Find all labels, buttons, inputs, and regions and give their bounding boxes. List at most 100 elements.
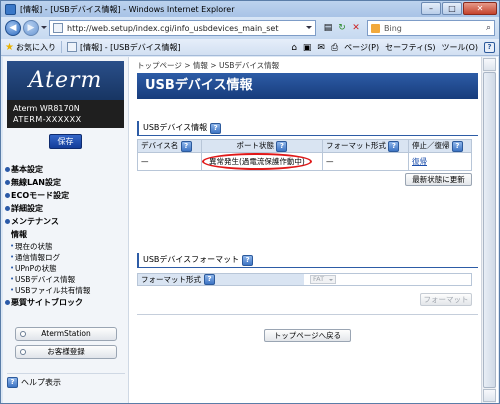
compatibility-icon[interactable]: ▤ — [321, 21, 335, 35]
col-port-status: ポート状態 ? — [201, 139, 323, 153]
resume-link[interactable]: 復帰 — [412, 157, 427, 166]
favorites-bar: ★ お気に入り [情報] - [USBデバイス情報] ⌂ ▣ ✉ ⎙ ページ(P… — [1, 39, 499, 56]
mail-icon[interactable]: ✉ — [317, 43, 325, 53]
safety-menu[interactable]: セーフティ(S) — [385, 42, 435, 53]
usb-device-table: デバイス名 ? ポート状態 ? フォーマット形式 ? 停止／復帰 ? — 異常発… — [137, 139, 472, 171]
cell-format: — — [322, 152, 409, 171]
address-field[interactable]: http://web.setup/index.cgi/info_usbdevic… — [49, 20, 316, 36]
table-row: — 異常発生(過電流保護作動中) — 復帰 — [137, 152, 472, 171]
home-icon[interactable]: ⌂ — [291, 43, 297, 53]
vertical-scrollbar[interactable] — [481, 57, 496, 403]
help-icon[interactable]: ? — [451, 141, 463, 152]
minimize-button[interactable]: – — [421, 2, 441, 15]
browser-window: [情報] - [USBデバイス情報] - Windows Internet Ex… — [0, 0, 500, 404]
help-icon[interactable]: ? — [388, 141, 400, 152]
register-button[interactable]: お客様登録 — [15, 345, 117, 359]
menu-wireless-lan[interactable]: 無線LAN設定 — [5, 176, 127, 189]
menu-maintenance[interactable]: メンテナンス — [5, 215, 127, 228]
forward-button[interactable]: ▶ — [23, 20, 39, 36]
col-format: フォーマット形式 ? — [322, 139, 409, 153]
back-button[interactable]: ◀ — [5, 20, 21, 36]
scroll-thumb[interactable] — [483, 72, 496, 388]
print-icon[interactable]: ⎙ — [331, 43, 338, 53]
search-icon[interactable]: ⌕ — [486, 23, 491, 33]
address-url[interactable]: http://web.setup/index.cgi/info_usbdevic… — [67, 24, 278, 33]
help-label: ヘルプ表示 — [21, 378, 61, 387]
bing-icon — [371, 23, 380, 33]
menu-info[interactable]: 情報 — [5, 228, 127, 241]
menu-malicious-site-block[interactable]: 悪質サイトブロック — [5, 296, 127, 309]
aterm-logo: Aterm — [7, 61, 124, 100]
back-to-top-button[interactable]: トップページへ戻る — [264, 329, 351, 342]
submenu-usb-share[interactable]: USBファイル共有情報 — [5, 285, 127, 296]
close-button[interactable]: ✕ — [463, 2, 497, 15]
submenu-upnp[interactable]: UPnPの状態 — [5, 263, 127, 274]
page-menu[interactable]: ページ(P) — [344, 42, 379, 53]
refresh-icon[interactable]: ↻ — [335, 21, 349, 35]
stop-icon[interactable]: ✕ — [349, 21, 363, 35]
scroll-up-button[interactable] — [483, 58, 496, 71]
page-icon — [53, 23, 63, 33]
bullet-icon — [20, 349, 26, 355]
menu-advanced[interactable]: 詳細設定 — [5, 202, 127, 215]
col-label: デバイス名 — [141, 141, 179, 150]
bullet-icon — [20, 331, 26, 337]
history-dropdown-icon[interactable] — [41, 26, 47, 29]
address-dropdown-icon[interactable] — [306, 26, 312, 29]
format-button[interactable]: フォーマット — [420, 293, 472, 306]
help-icon[interactable]: ? — [204, 274, 215, 285]
search-engine-label: Bing — [384, 23, 402, 33]
maximize-button[interactable]: □ — [442, 2, 462, 15]
cell-action: 復帰 — [408, 152, 472, 171]
help-icon[interactable]: ? — [484, 42, 495, 53]
help-icon[interactable]: ? — [242, 254, 254, 266]
main-panel: トップページ > 情報 > USBデバイス情報 USBデバイス情報 USBデバイ… — [137, 57, 478, 403]
device-info: Aterm WR8170N ATERM-XXXXXX — [7, 100, 124, 128]
section-usb-format-title: USBデバイスフォーマット ? — [137, 253, 254, 267]
star-icon[interactable]: ★ — [5, 42, 14, 53]
tools-menu[interactable]: ツール(O) — [441, 42, 478, 53]
page-title: USBデバイス情報 — [137, 73, 478, 99]
refresh-status-button[interactable]: 最新状態に更新 — [405, 173, 472, 186]
submenu-current-status[interactable]: 現在の状態 — [5, 241, 127, 252]
favorites-button[interactable]: お気に入り — [16, 42, 56, 53]
help-icon[interactable]: ? — [210, 122, 222, 134]
ie-icon — [5, 3, 16, 15]
col-label: ポート状態 — [236, 141, 275, 150]
format-select[interactable]: FAT — [310, 275, 336, 284]
help-icon[interactable]: ? — [276, 141, 288, 152]
submenu-comm-log[interactable]: 通信情報ログ — [5, 252, 127, 263]
section-usb-info-label: USBデバイス情報 — [143, 123, 208, 132]
search-input[interactable]: Bing ⌕ — [367, 20, 495, 36]
format-label-cell: フォーマット形式 ? — [138, 274, 304, 285]
save-button[interactable]: 保存 — [49, 134, 82, 149]
menu-eco-mode[interactable]: ECOモード設定 — [5, 189, 127, 202]
cell-port-status: 異常発生(過電流保護作動中) — [201, 152, 323, 171]
command-bar: ⌂ ▣ ✉ ⎙ ページ(P) セーフティ(S) ツール(O) ? — [291, 39, 495, 56]
help-link[interactable]: ? ヘルプ表示 — [7, 373, 125, 389]
breadcrumb: トップページ > 情報 > USBデバイス情報 — [137, 61, 280, 70]
table-header-row: デバイス名 ? ポート状態 ? フォーマット形式 ? 停止／復帰 ? — [137, 139, 472, 153]
col-stop-resume: 停止／復帰 ? — [408, 139, 472, 153]
window-controls: – □ ✕ — [421, 2, 497, 15]
tab-current[interactable]: [情報] - [USBデバイス情報] — [66, 42, 181, 53]
scroll-down-button[interactable] — [483, 389, 496, 402]
tab-title: [情報] - [USBデバイス情報] — [79, 42, 181, 52]
submenu-usb-device[interactable]: USBデバイス情報 — [5, 274, 127, 285]
title-bar: [情報] - [USBデバイス情報] - Windows Internet Ex… — [1, 1, 499, 17]
help-icon[interactable]: ? — [180, 141, 192, 152]
format-row: フォーマット形式 ? FAT — [137, 273, 472, 286]
col-label: フォーマット形式 — [326, 141, 386, 150]
format-value-cell: FAT — [304, 274, 471, 285]
address-row: ◀ ▶ http://web.setup/index.cgi/info_usbd… — [1, 17, 499, 39]
atermstation-button[interactable]: AtermStation — [15, 327, 117, 341]
port-status-text: 異常発生(過電流保護作動中) — [202, 153, 312, 170]
atermstation-label: AtermStation — [41, 329, 91, 338]
window-title: [情報] - [USBデバイス情報] - Windows Internet Ex… — [20, 4, 235, 14]
section-usb-format-label: USBデバイスフォーマット — [143, 255, 240, 264]
page-content: Aterm Aterm WR8170N ATERM-XXXXXX 保存 基本設定… — [3, 57, 498, 403]
feeds-icon[interactable]: ▣ — [303, 43, 312, 53]
menu-basic-settings[interactable]: 基本設定 — [5, 163, 127, 176]
side-menu: 基本設定 無線LAN設定 ECOモード設定 詳細設定 メンテナンス 情報 現在の… — [5, 163, 127, 309]
divider — [137, 314, 478, 315]
